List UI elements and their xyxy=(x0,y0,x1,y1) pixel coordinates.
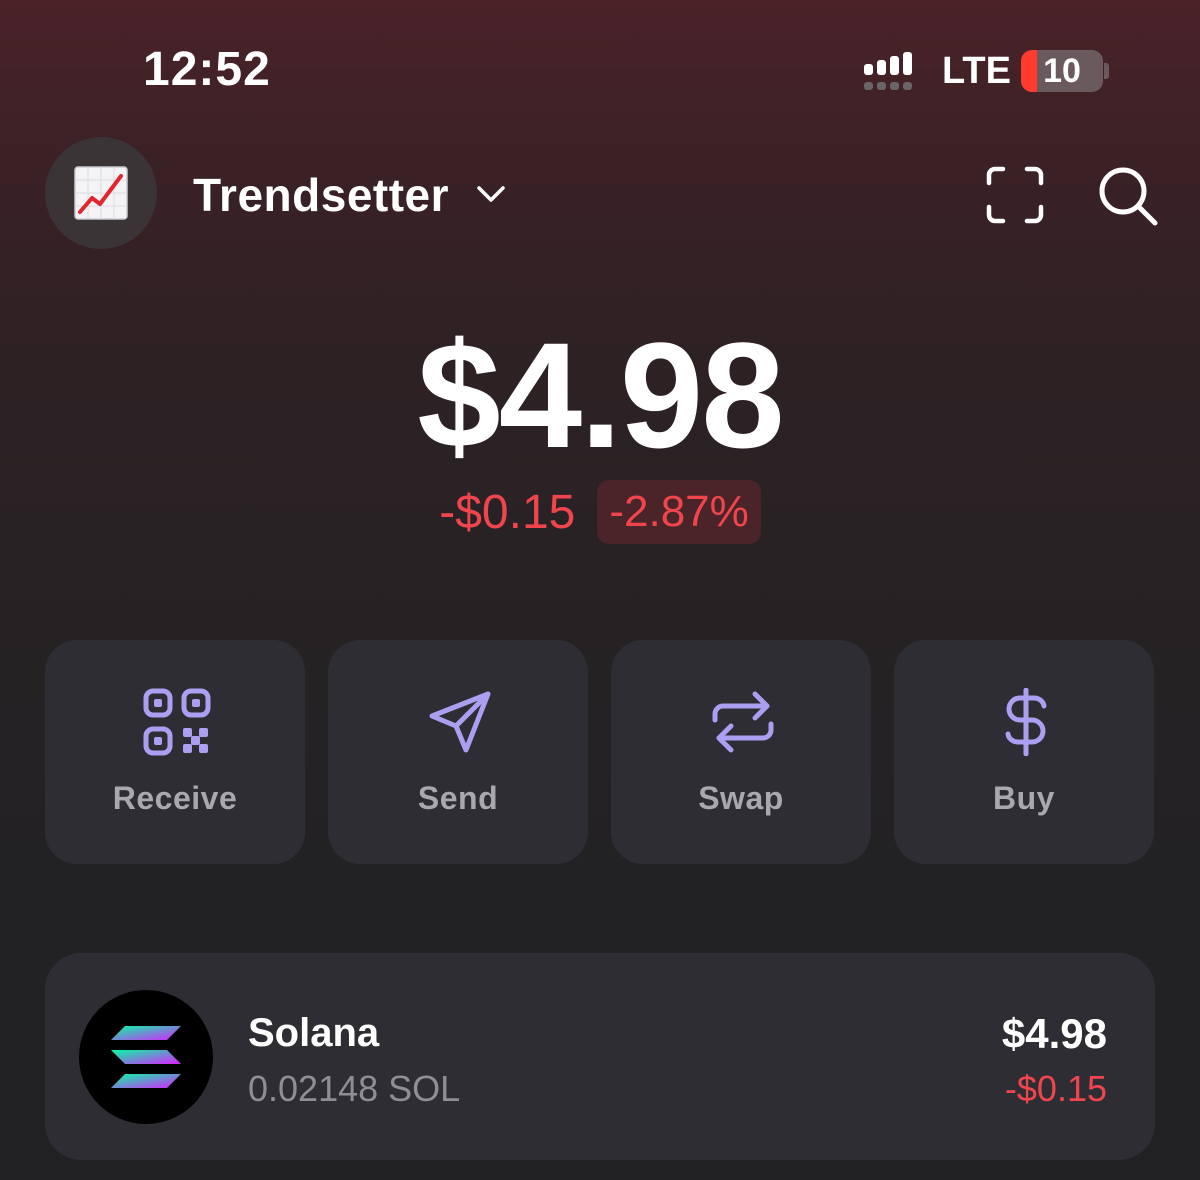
balance-change: -$0.15 -2.87% xyxy=(0,480,1200,544)
receive-label: Receive xyxy=(112,780,238,816)
solana-logo xyxy=(79,990,213,1124)
battery-level: 10 xyxy=(1043,52,1081,90)
account-name[interactable]: Trendsetter xyxy=(193,168,449,222)
swap-label: Swap xyxy=(698,780,784,816)
swap-button[interactable]: Swap xyxy=(611,640,871,864)
receive-button[interactable]: Receive xyxy=(45,640,305,864)
network-type: LTE xyxy=(942,50,1011,92)
buy-label: Buy xyxy=(993,780,1055,816)
send-icon xyxy=(429,691,491,753)
portfolio-balance: $4.98 xyxy=(417,311,784,479)
account-avatar[interactable] xyxy=(45,137,157,249)
send-label: Send xyxy=(417,780,499,816)
swap-icon xyxy=(712,691,774,753)
token-value: $4.98 xyxy=(1001,1010,1107,1057)
wallet-header: Trendsetter xyxy=(0,130,1200,260)
chevron-down-icon[interactable] xyxy=(474,182,508,206)
battery-icon: 10 xyxy=(1021,50,1103,92)
buy-button[interactable]: Buy xyxy=(894,640,1154,864)
change-amount: -$0.15 xyxy=(439,485,576,539)
change-percent-badge: -2.87% xyxy=(597,480,761,544)
status-bar: 12:52 LTE 10 xyxy=(0,0,1200,140)
action-buttons: Receive Send Swap Buy xyxy=(45,640,1155,864)
signal-strength-icon xyxy=(864,52,912,90)
token-row-solana[interactable]: Solana 0.02148 SOL $4.98 -$0.15 xyxy=(45,953,1155,1160)
search-icon[interactable] xyxy=(1097,165,1159,227)
token-change: -$0.15 xyxy=(1004,1068,1107,1109)
qr-code-icon xyxy=(143,688,211,756)
scan-icon[interactable] xyxy=(985,165,1045,225)
dollar-icon xyxy=(1005,688,1047,756)
battery-cap xyxy=(1104,63,1109,79)
chart-increasing-icon xyxy=(74,166,128,220)
solana-icon xyxy=(111,1026,181,1088)
status-time: 12:52 xyxy=(143,43,271,96)
token-name: Solana xyxy=(248,1011,380,1055)
send-button[interactable]: Send xyxy=(328,640,588,864)
token-amount: 0.02148 SOL xyxy=(248,1068,461,1109)
